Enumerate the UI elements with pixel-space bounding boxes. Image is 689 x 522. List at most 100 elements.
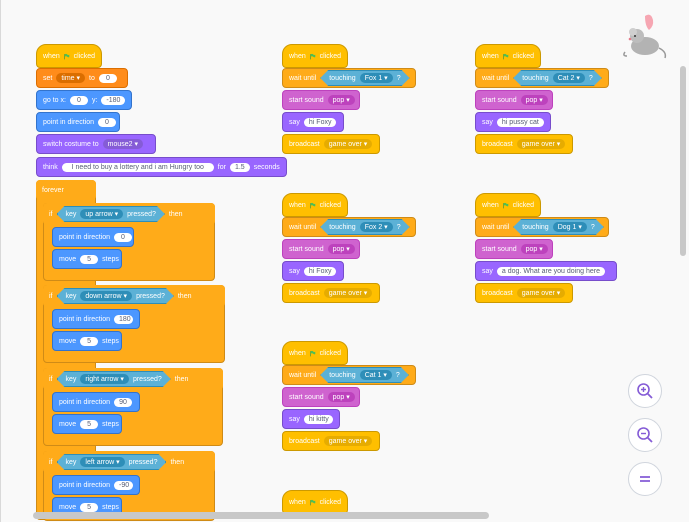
move-steps-block[interactable]: move 5 steps (52, 331, 122, 351)
think-text-input[interactable]: I need to buy a lottery and i am Hungry … (61, 162, 214, 172)
key-pressed-condition[interactable]: keyleft arrow pressed? (57, 454, 167, 470)
costume-dropdown[interactable]: mouse2 (102, 139, 144, 149)
broadcast-dropdown[interactable]: game over (516, 139, 566, 149)
point-direction-block[interactable]: point in direction 0 (52, 227, 134, 247)
say-text-input[interactable]: hi Foxy (303, 266, 337, 276)
steps-input[interactable]: 5 (80, 502, 99, 512)
goto-x-input[interactable]: 0 (69, 95, 88, 105)
direction-input[interactable]: 180 (113, 314, 133, 324)
say-text-input[interactable]: hi kitty (303, 414, 333, 424)
when-flag-clicked-hat[interactable]: when clicked (475, 44, 541, 68)
when-flag-clicked-hat[interactable]: when clicked (282, 341, 348, 365)
when-flag-clicked-hat[interactable]: when clicked (282, 193, 348, 217)
zoom-in-button[interactable] (628, 374, 662, 408)
key-dropdown[interactable]: left arrow (80, 457, 124, 467)
key-dropdown[interactable]: right arrow (80, 374, 129, 384)
switch-costume-block[interactable]: switch costume to mouse2 (36, 134, 156, 154)
key-pressed-condition[interactable]: keyright arrowpressed? (57, 371, 171, 387)
sound-dropdown[interactable]: pop (327, 392, 355, 402)
start-sound-block[interactable]: start sound pop (475, 239, 553, 259)
touching-condition[interactable]: touching Cat 2? (513, 70, 602, 86)
direction-input[interactable]: 0 (97, 117, 116, 127)
touching-condition[interactable]: touching Dog 1? (513, 219, 604, 235)
touching-condition[interactable]: touching Fox 1? (320, 70, 409, 86)
set-value-input[interactable]: 0 (98, 73, 117, 83)
touching-target-dropdown[interactable]: Dog 1 (553, 222, 587, 232)
move-steps-block[interactable]: move 5 steps (52, 414, 122, 434)
key-dropdown[interactable]: down arrow (80, 291, 132, 301)
steps-input[interactable]: 5 (80, 419, 99, 429)
point-direction-block[interactable]: point in direction 0 (36, 112, 120, 132)
zoom-out-button[interactable] (628, 418, 662, 452)
touching-condition[interactable]: touching Fox 2? (320, 219, 409, 235)
say-text-input[interactable]: hi Foxy (303, 117, 337, 127)
point-direction-block[interactable]: point in direction -90 (52, 475, 140, 495)
broadcast-dropdown[interactable]: game over (516, 288, 566, 298)
broadcast-dropdown[interactable]: game over (323, 139, 373, 149)
sound-dropdown[interactable]: pop (327, 244, 355, 254)
say-text-input[interactable]: hi pussy cat (496, 117, 544, 127)
steps-input[interactable]: 5 (80, 254, 99, 264)
wait-until-block[interactable]: wait until touching Fox 2? (282, 217, 416, 237)
point-direction-block[interactable]: point in direction 90 (52, 392, 140, 412)
broadcast-block[interactable]: broadcast game over (475, 134, 573, 154)
vertical-scrollbar[interactable] (680, 66, 686, 256)
broadcast-block[interactable]: broadcast game over (282, 283, 380, 303)
touching-target-dropdown[interactable]: Cat 2 (553, 73, 585, 83)
think-for-secs-block[interactable]: think I need to buy a lottery and i am H… (36, 157, 287, 177)
goto-y-input[interactable]: -180 (101, 95, 125, 105)
horizontal-scrollbar[interactable] (33, 512, 489, 519)
start-sound-block[interactable]: start sound pop (475, 90, 553, 110)
goto-xy-block[interactable]: go to x: 0 y: -180 (36, 90, 132, 110)
touching-target-dropdown[interactable]: Cat 1 (360, 370, 392, 380)
variable-dropdown[interactable]: time (56, 73, 86, 83)
if-header[interactable]: if keyleft arrow pressed? then (43, 451, 215, 473)
broadcast-dropdown[interactable]: game over (323, 288, 373, 298)
broadcast-block[interactable]: broadcast game over (282, 134, 380, 154)
say-block[interactable]: say hi pussy cat (475, 112, 551, 132)
if-header[interactable]: ifkeyright arrowpressed?then (43, 368, 223, 390)
say-block[interactable]: say hi Foxy (282, 112, 344, 132)
sound-dropdown[interactable]: pop (520, 95, 548, 105)
set-variable-block[interactable]: set time to 0 (36, 68, 128, 88)
wait-until-block[interactable]: wait until touching Dog 1? (475, 217, 609, 237)
touching-target-dropdown[interactable]: Fox 2 (360, 222, 393, 232)
wait-until-block[interactable]: wait until touching Fox 1? (282, 68, 416, 88)
broadcast-block[interactable]: broadcast game over (282, 431, 380, 451)
when-flag-clicked-hat[interactable]: when clicked (282, 490, 348, 514)
direction-input[interactable]: 90 (113, 397, 132, 407)
when-flag-clicked-hat[interactable]: when clicked (282, 44, 348, 68)
start-sound-block[interactable]: start sound pop (282, 387, 360, 407)
forever-header[interactable]: forever (36, 180, 96, 200)
steps-input[interactable]: 5 (80, 336, 99, 346)
when-flag-clicked-hat[interactable]: when clicked (36, 44, 102, 68)
script-area[interactable]: when clicked set time to 0 go to x: 0 y:… (0, 0, 689, 522)
direction-input[interactable]: 0 (113, 232, 132, 242)
wait-until-block[interactable]: wait until touching Cat 2? (475, 68, 609, 88)
say-block[interactable]: say a dog. What are you doing here (475, 261, 617, 281)
key-pressed-condition[interactable]: keydown arrow pressed? (57, 288, 174, 304)
when-flag-clicked-hat[interactable]: when clicked (475, 193, 541, 217)
sound-dropdown[interactable]: pop (327, 95, 355, 105)
zoom-reset-button[interactable] (628, 462, 662, 496)
touching-condition[interactable]: touching Cat 1? (320, 367, 409, 383)
touching-target-dropdown[interactable]: Fox 1 (360, 73, 393, 83)
start-sound-block[interactable]: start sound pop (282, 90, 360, 110)
if-header[interactable]: if keyup arrow pressed? then (43, 203, 215, 225)
if-header[interactable]: if keydown arrow pressed? then (43, 285, 225, 307)
broadcast-dropdown[interactable]: game over (323, 436, 373, 446)
say-text-input[interactable]: a dog. What are you doing here (496, 266, 605, 276)
say-block[interactable]: say hi kitty (282, 409, 340, 429)
think-seconds-input[interactable]: 1.5 (229, 162, 250, 172)
key-pressed-condition[interactable]: keyup arrow pressed? (57, 206, 165, 222)
point-direction-block[interactable]: point in direction 180 (52, 309, 140, 329)
direction-input[interactable]: -90 (113, 480, 133, 490)
start-sound-block[interactable]: start sound pop (282, 239, 360, 259)
move-steps-block[interactable]: move 5 steps (52, 249, 122, 269)
say-block[interactable]: say hi Foxy (282, 261, 344, 281)
key-dropdown[interactable]: up arrow (80, 209, 123, 219)
wait-until-block[interactable]: wait until touching Cat 1? (282, 365, 416, 385)
sound-dropdown[interactable]: pop (520, 244, 548, 254)
key-label: key (65, 292, 77, 300)
broadcast-block[interactable]: broadcast game over (475, 283, 573, 303)
